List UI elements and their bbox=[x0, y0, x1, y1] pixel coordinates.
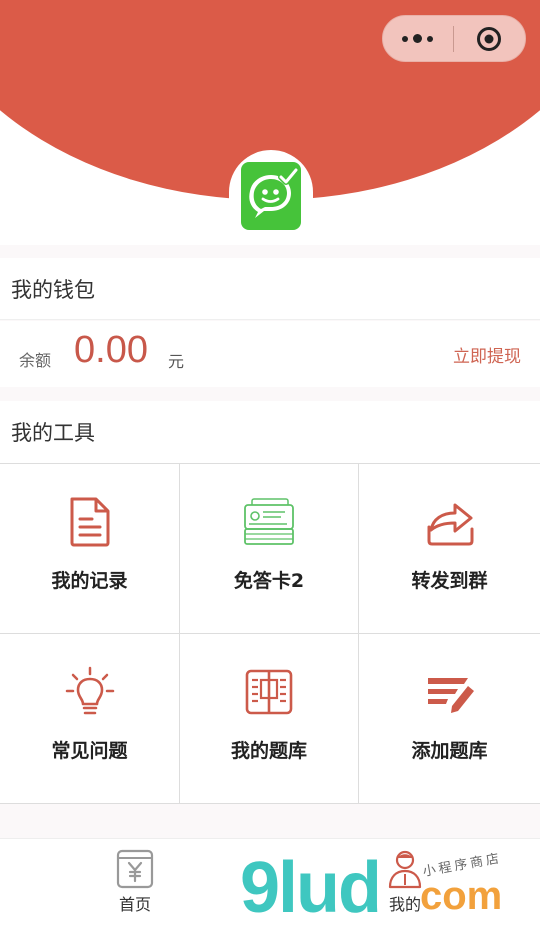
mini-program-capsule bbox=[382, 15, 526, 62]
chat-check-logo-icon bbox=[241, 162, 301, 230]
card-icon bbox=[241, 494, 297, 550]
tab-home-label: 首页 bbox=[118, 895, 151, 914]
tool-skip-card[interactable]: 免答卡2 bbox=[180, 464, 359, 634]
tab-mine-label: 我的 bbox=[388, 895, 421, 914]
document-icon bbox=[62, 494, 118, 550]
tab-home[interactable]: 首页 bbox=[110, 849, 160, 915]
page: 我的钱包 余额 0.00 元 立即提现 我的工具 我的记录 免答卡2 转发到群 … bbox=[0, 0, 540, 925]
tool-add-question-bank[interactable]: 添加题库 bbox=[359, 634, 540, 804]
tool-label: 添加题库 bbox=[411, 740, 488, 762]
balance-amount: 0.00 bbox=[74, 329, 148, 371]
lightbulb-icon bbox=[62, 664, 118, 720]
tab-bar: 首页 我的 bbox=[0, 838, 540, 925]
book-icon bbox=[241, 664, 297, 720]
wallet-section-title: 我的钱包 bbox=[0, 258, 540, 320]
share-icon bbox=[422, 494, 478, 550]
tab-mine[interactable]: 我的 bbox=[380, 849, 430, 915]
tools-section-title: 我的工具 bbox=[0, 401, 540, 463]
more-dots-icon[interactable] bbox=[383, 16, 453, 61]
add-bank-icon bbox=[422, 664, 478, 720]
tool-label: 转发到群 bbox=[411, 570, 488, 592]
wallet-balance-row: 余额 0.00 元 立即提现 bbox=[0, 321, 540, 387]
header-banner bbox=[0, 0, 540, 245]
target-circle-icon[interactable] bbox=[454, 16, 526, 61]
tool-faq[interactable]: 常见问题 bbox=[0, 634, 180, 804]
tool-my-records[interactable]: 我的记录 bbox=[0, 464, 180, 634]
withdraw-button[interactable]: 立即提现 bbox=[453, 342, 521, 367]
tool-label: 我的题库 bbox=[230, 740, 307, 762]
yen-wallet-icon bbox=[116, 849, 154, 889]
balance-label: 余额 bbox=[19, 351, 52, 370]
tools-grid: 我的记录 免答卡2 转发到群 常见问题 我的题库 添加题库 bbox=[0, 463, 540, 804]
tool-share-to-group[interactable]: 转发到群 bbox=[359, 464, 540, 634]
balance-unit: 元 bbox=[168, 352, 185, 371]
tool-label: 免答卡2 bbox=[233, 570, 305, 592]
profile-icon bbox=[388, 850, 422, 889]
tool-my-question-bank[interactable]: 我的题库 bbox=[180, 634, 359, 804]
app-logo bbox=[229, 150, 313, 245]
tool-label: 常见问题 bbox=[51, 740, 128, 762]
tool-label: 我的记录 bbox=[51, 570, 128, 592]
